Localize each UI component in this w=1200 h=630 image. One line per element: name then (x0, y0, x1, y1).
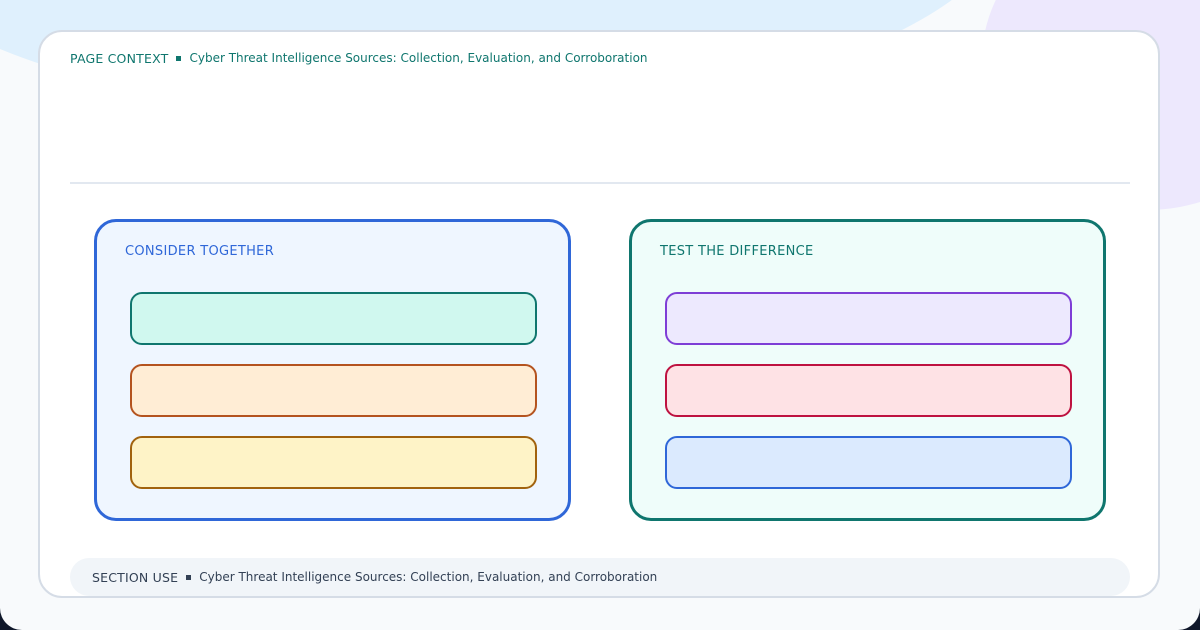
empty-slot (665, 364, 1072, 417)
page-context-text: Cyber Threat Intelligence Sources: Colle… (189, 51, 648, 65)
section-use-label: SECTION USE (92, 569, 179, 585)
empty-slot (130, 292, 537, 345)
section-use-text: Cyber Threat Intelligence Sources: Colle… (199, 570, 658, 584)
empty-slot (130, 436, 537, 489)
bullet-icon (186, 574, 192, 580)
section-use: SECTION USE Cyber Threat Intelligence So… (92, 558, 657, 596)
panel-title: CONSIDER TOGETHER (125, 244, 275, 259)
panel-test-the-difference: TEST THE DIFFERENCE (629, 219, 1106, 521)
empty-slot (665, 292, 1072, 345)
panel-consider-together: CONSIDER TOGETHER (94, 219, 571, 521)
panel-title: TEST THE DIFFERENCE (660, 244, 814, 259)
section-use-bar: SECTION USE Cyber Threat Intelligence So… (70, 558, 1130, 596)
page-context: PAGE CONTEXT Cyber Threat Intelligence S… (70, 50, 648, 66)
empty-slot (130, 364, 537, 417)
divider (70, 182, 1130, 184)
empty-slot (665, 436, 1072, 489)
page-context-label: PAGE CONTEXT (70, 50, 169, 66)
bullet-icon (176, 55, 182, 61)
